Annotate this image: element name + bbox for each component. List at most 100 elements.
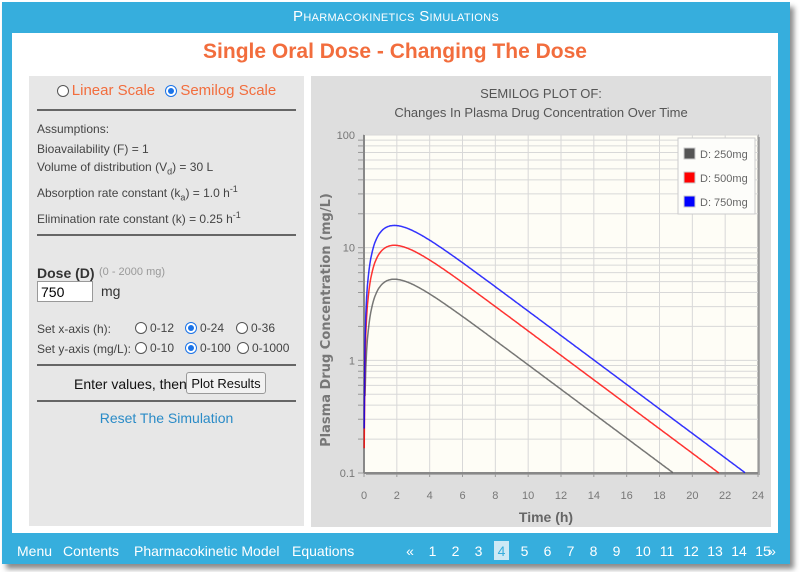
legend-swatch-250mg xyxy=(683,147,696,160)
dose-range-hint: (0 - 2000 mg) xyxy=(99,266,166,278)
y-axis-title: Plasma Drug Concentration (mg/L) xyxy=(319,193,334,447)
page-link-11[interactable]: 11 xyxy=(656,543,678,559)
radio-icon[interactable] xyxy=(135,342,147,354)
nav-pharmacokinetic-model[interactable]: Pharmacokinetic Model xyxy=(134,543,280,559)
page-link-5[interactable]: 5 xyxy=(517,543,532,559)
assumption-elimination: Elimination rate constant (k) = 0.25 h-1 xyxy=(37,210,241,226)
radio-checked-icon[interactable] xyxy=(185,342,197,354)
radio-icon[interactable] xyxy=(237,342,249,354)
x-axis-option-0-12[interactable]: 0-12 xyxy=(135,321,174,335)
option-label: 0-10 xyxy=(150,341,175,355)
nav-equations[interactable]: Equations xyxy=(292,543,354,559)
x-tick-label: 0 xyxy=(361,490,367,502)
y-axis-option-0-10[interactable]: 0-10 xyxy=(135,341,174,355)
x-tick-label: 20 xyxy=(686,490,698,502)
y-axis-option-0-1000[interactable]: 0-1000 xyxy=(237,341,289,355)
bottom-navigation: Menu Contents Pharmacokinetic Model Equa… xyxy=(2,539,790,563)
radio-checked-icon[interactable] xyxy=(165,84,178,97)
assumptions-heading: Assumptions: xyxy=(37,122,110,136)
assumption-volume: Volume of distribution (Vd) = 30 L xyxy=(37,160,213,176)
page-link-13[interactable]: 13 xyxy=(704,543,726,559)
vd-text: Volume of distribution (V xyxy=(37,160,168,174)
linear-scale-radio[interactable]: Linear Scale xyxy=(56,82,155,99)
x-axis-title: Time (h) xyxy=(519,509,573,525)
dose-input[interactable] xyxy=(37,281,93,302)
y-axis-label: Set y-axis (mg/L): xyxy=(37,342,132,356)
ka-value: ) = 1.0 h xyxy=(185,186,230,200)
scale-selector: Linear Scale Semilog Scale xyxy=(29,82,304,101)
dose-label: Dose (D) xyxy=(37,265,95,281)
divider xyxy=(37,109,296,111)
page-link-3[interactable]: 3 xyxy=(471,543,486,559)
divider xyxy=(37,234,296,236)
y-tick-label: 1 xyxy=(349,355,355,367)
x-axis-option-0-24[interactable]: 0-24 xyxy=(185,321,224,335)
ka-text: Absorption rate constant (k xyxy=(37,186,181,200)
radio-icon[interactable] xyxy=(56,84,69,97)
y-tick-label: 100 xyxy=(337,130,355,142)
page-link-10[interactable]: 10 xyxy=(632,543,654,559)
prev-page-icon[interactable]: « xyxy=(403,543,417,559)
legend-label: D: 250mg xyxy=(700,149,748,161)
assumption-bioavailability: Bioavailability (F) = 1 xyxy=(37,142,149,156)
option-label: 0-36 xyxy=(251,321,276,335)
nav-menu[interactable]: Menu xyxy=(17,543,52,559)
next-page-icon[interactable]: » xyxy=(765,543,779,559)
chart-subtitle: Changes In Plasma Drug Concentration Ove… xyxy=(394,105,687,120)
concentration-chart: SEMILOG PLOT OF: Changes In Plasma Drug … xyxy=(319,86,764,525)
radio-checked-icon[interactable] xyxy=(185,322,197,334)
x-tick-label: 6 xyxy=(459,490,465,502)
x-axis-label: Set x-axis (h): xyxy=(37,322,112,336)
semilog-scale-radio[interactable]: Semilog Scale xyxy=(165,82,276,99)
page-link-12[interactable]: 12 xyxy=(680,543,702,559)
x-tick-label: 16 xyxy=(621,490,633,502)
dose-unit: mg xyxy=(101,283,121,299)
y-tick-label: 0.1 xyxy=(340,468,355,480)
page-link-2[interactable]: 2 xyxy=(448,543,463,559)
page-link-14[interactable]: 14 xyxy=(728,543,750,559)
enter-values-text: Enter values, then xyxy=(74,376,187,392)
x-tick-label: 8 xyxy=(492,490,498,502)
x-tick-label: 2 xyxy=(394,490,400,502)
page-link-9[interactable]: 9 xyxy=(609,543,624,559)
y-tick-label: 10 xyxy=(343,243,355,255)
x-tick-label: 10 xyxy=(522,490,534,502)
semilog-scale-label: Semilog Scale xyxy=(180,82,277,99)
legend-swatch-750mg xyxy=(683,195,696,208)
plot-results-button[interactable]: Plot Results xyxy=(186,372,266,394)
controls-panel: Linear Scale Semilog Scale Assumptions: … xyxy=(29,76,304,526)
option-label: 0-100 xyxy=(200,341,231,355)
y-axis-option-0-100[interactable]: 0-100 xyxy=(185,341,231,355)
reset-simulation-link[interactable]: Reset The Simulation xyxy=(29,410,304,426)
page-link-1[interactable]: 1 xyxy=(425,543,440,559)
ka-superscript: -1 xyxy=(229,184,238,194)
k-superscript: -1 xyxy=(232,210,241,220)
assumption-absorption: Absorption rate constant (ka) = 1.0 h-1 xyxy=(37,184,238,202)
divider xyxy=(37,400,296,402)
radio-icon[interactable] xyxy=(135,322,147,334)
option-label: 0-12 xyxy=(150,321,175,335)
x-axis-option-0-36[interactable]: 0-36 xyxy=(236,321,275,335)
legend-label: D: 750mg xyxy=(700,197,748,209)
vd-value: ) = 30 L xyxy=(172,160,214,174)
page-link-8[interactable]: 8 xyxy=(586,543,601,559)
page-link-6[interactable]: 6 xyxy=(540,543,555,559)
nav-contents[interactable]: Contents xyxy=(63,543,119,559)
app-title: Pharmacokinetics Simulations xyxy=(293,8,499,25)
x-tick-label: 22 xyxy=(719,490,731,502)
x-tick-label: 14 xyxy=(588,490,600,502)
page-link-7[interactable]: 7 xyxy=(563,543,578,559)
chart-panel: SEMILOG PLOT OF: Changes In Plasma Drug … xyxy=(311,76,771,527)
x-tick-label: 4 xyxy=(427,490,433,502)
chart-title: SEMILOG PLOT OF: xyxy=(480,86,602,101)
legend-swatch-500mg xyxy=(683,171,696,184)
option-label: 0-1000 xyxy=(252,341,290,355)
x-tick-label: 12 xyxy=(555,490,567,502)
x-tick-label: 18 xyxy=(653,490,665,502)
page-link-4[interactable]: 4 xyxy=(494,541,509,560)
legend-label: D: 500mg xyxy=(700,173,748,185)
page-title: Single Oral Dose - Changing The Dose xyxy=(203,40,587,63)
k-text: Elimination rate constant (k) = 0.25 h xyxy=(37,212,233,226)
radio-icon[interactable] xyxy=(236,322,248,334)
content-area: Single Oral Dose - Changing The Dose Lin… xyxy=(12,33,778,533)
